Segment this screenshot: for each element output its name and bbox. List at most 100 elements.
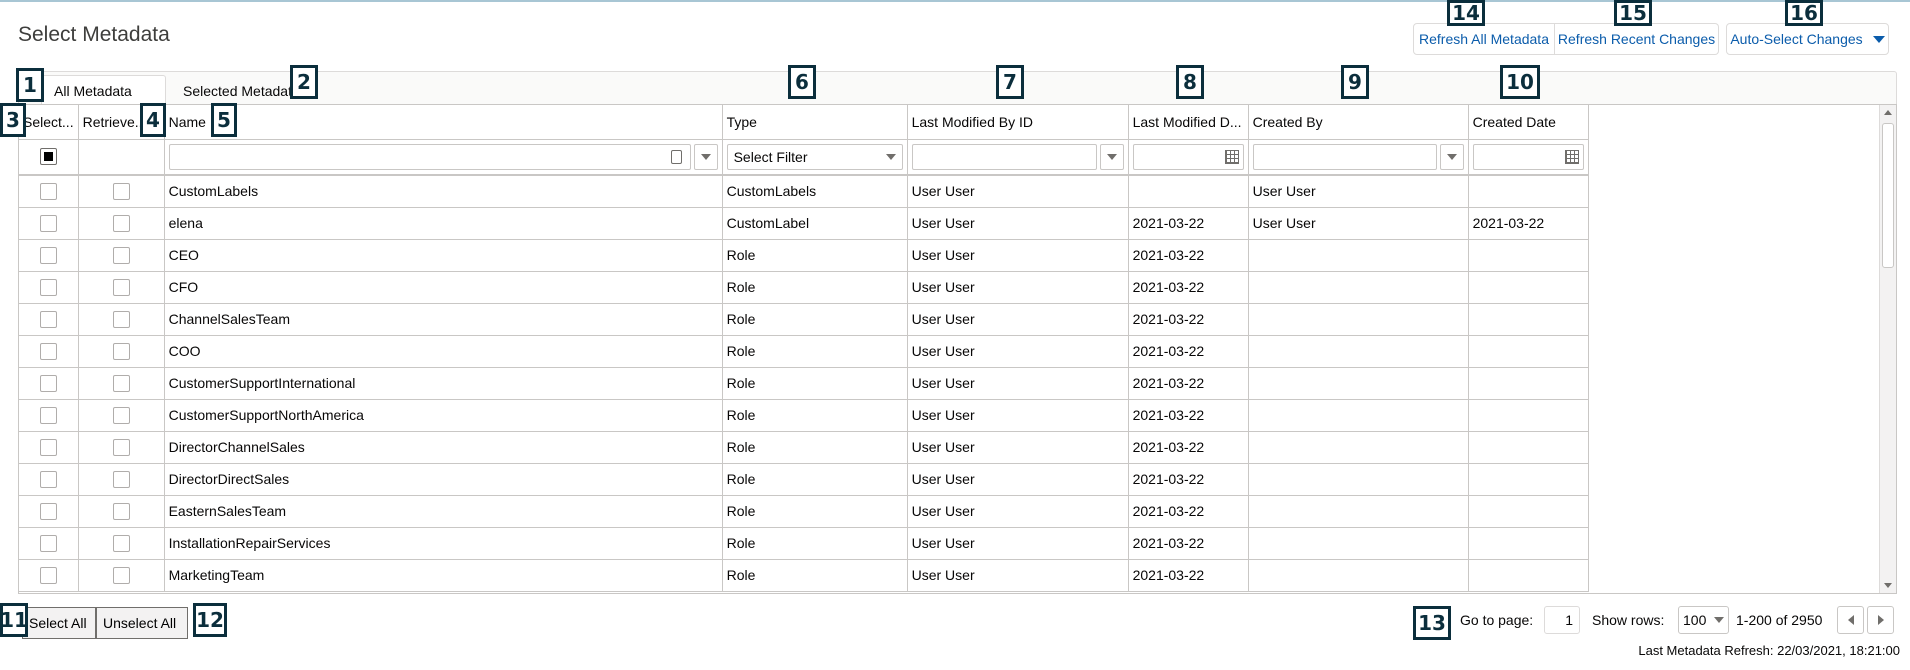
retrieve-checkbox[interactable] — [112, 470, 130, 488]
last-modified-by-filter-dropdown[interactable] — [1099, 143, 1124, 170]
created-by-cell: User User — [1248, 207, 1469, 240]
last-modified-date-cell: 2021-03-22 — [1128, 527, 1249, 560]
created-by-cell — [1248, 271, 1469, 304]
created-by-filter-dropdown[interactable] — [1439, 143, 1464, 170]
select-checkbox[interactable] — [39, 278, 57, 296]
name-filter-dropdown[interactable] — [693, 143, 718, 170]
table-row[interactable]: DirectorDirectSales Role User User 2021-03-… — [19, 463, 1589, 496]
annotation-marker: 1 — [16, 68, 44, 102]
column-header-created-date[interactable]: Created Date — [1468, 105, 1589, 140]
rows-per-page-select[interactable]: 100 — [1678, 606, 1729, 634]
scroll-up-arrow-icon[interactable] — [1884, 110, 1892, 115]
name-filter-input[interactable] — [168, 143, 691, 170]
created-date-filter-input[interactable] — [1472, 143, 1584, 170]
table-row[interactable]: InstallationRepairServices Role User User 2… — [19, 527, 1589, 560]
table-row[interactable]: CustomLabels CustomLabels User User User Us… — [19, 175, 1589, 208]
annotation-marker: 5 — [211, 103, 237, 137]
table-row[interactable]: EasternSalesTeam Role User User 2021-03-22 — [19, 495, 1589, 528]
previous-page-button[interactable] — [1837, 606, 1864, 634]
type-cell: Role — [722, 239, 908, 272]
select-checkbox[interactable] — [39, 406, 57, 424]
type-cell: Role — [722, 431, 908, 464]
retrieve-checkbox[interactable] — [112, 310, 130, 328]
annotation-marker: 15 — [1614, 0, 1652, 26]
last-modified-date-filter-input[interactable] — [1132, 143, 1244, 170]
last-modified-date-cell: 2021-03-22 — [1128, 431, 1249, 464]
select-checkbox[interactable] — [39, 182, 57, 200]
select-all-button[interactable]: Select All — [22, 607, 96, 639]
table-row[interactable]: MarketingTeam Role User User 2021-03-22 — [19, 559, 1589, 592]
created-date-cell — [1468, 303, 1589, 336]
last-modified-date-cell: 2021-03-22 — [1128, 207, 1249, 240]
column-header-name[interactable]: Name — [164, 105, 723, 140]
table-row[interactable]: DirectorChannelSales Role User User 2021-03… — [19, 431, 1589, 464]
retrieve-checkbox[interactable] — [112, 246, 130, 264]
last-modified-date-cell: 2021-03-22 — [1128, 463, 1249, 496]
retrieve-checkbox[interactable] — [112, 182, 130, 200]
column-header-last-modified-by-id[interactable]: Last Modified By ID — [907, 105, 1129, 140]
created-date-cell: 2021-03-22 — [1468, 207, 1589, 240]
calendar-icon[interactable] — [1224, 149, 1239, 164]
created-by-cell — [1248, 527, 1469, 560]
table-row[interactable]: COO Role User User 2021-03-22 — [19, 335, 1589, 368]
annotation-marker: 13 — [1413, 606, 1451, 640]
retrieve-checkbox[interactable] — [112, 438, 130, 456]
retrieve-checkbox[interactable] — [112, 534, 130, 552]
scroll-down-arrow-icon[interactable] — [1884, 583, 1892, 588]
retrieve-checkbox[interactable] — [112, 214, 130, 232]
column-header-created-by[interactable]: Created By — [1248, 105, 1469, 140]
type-filter-value: Select Filter — [733, 148, 808, 165]
select-checkbox[interactable] — [39, 470, 57, 488]
calendar-icon[interactable] — [1564, 149, 1579, 164]
column-header-last-modified-date[interactable]: Last Modified D... — [1128, 105, 1249, 140]
retrieve-checkbox[interactable] — [112, 342, 130, 360]
chevron-down-icon — [700, 153, 711, 160]
retrieve-checkbox[interactable] — [112, 406, 130, 424]
select-checkbox[interactable] — [39, 246, 57, 264]
last-modified-by-filter-input[interactable] — [911, 143, 1097, 170]
table-row[interactable]: CFO Role User User 2021-03-22 — [19, 271, 1589, 304]
select-checkbox[interactable] — [39, 374, 57, 392]
column-header-select[interactable]: Select... — [19, 105, 79, 140]
last-modified-date-cell: 2021-03-22 — [1128, 399, 1249, 432]
unselect-all-button[interactable]: Unselect All — [96, 607, 188, 639]
table-row[interactable]: CEO Role User User 2021-03-22 — [19, 239, 1589, 272]
created-by-cell — [1248, 239, 1469, 272]
annotation-marker: 4 — [140, 103, 166, 137]
name-cell: elena — [164, 207, 723, 240]
scroll-thumb[interactable] — [1882, 123, 1894, 268]
refresh-all-metadata-button[interactable]: Refresh All Metadata — [1413, 23, 1555, 55]
table-row[interactable]: CustomerSupportInternational Role User Use… — [19, 367, 1589, 400]
select-all-checkbox[interactable] — [39, 148, 57, 166]
retrieve-checkbox[interactable] — [112, 374, 130, 392]
next-page-button[interactable] — [1867, 606, 1894, 634]
select-checkbox[interactable] — [39, 566, 57, 584]
table-row[interactable]: elena CustomLabel User User 2021-03-22 User … — [19, 207, 1589, 240]
created-by-filter-input[interactable] — [1252, 143, 1437, 170]
select-checkbox[interactable] — [39, 310, 57, 328]
retrieve-checkbox[interactable] — [112, 278, 130, 296]
column-header-type[interactable]: Type — [722, 105, 908, 140]
select-checkbox[interactable] — [39, 214, 57, 232]
last-modified-date-cell: 2021-03-22 — [1128, 495, 1249, 528]
select-checkbox[interactable] — [39, 342, 57, 360]
retrieve-checkbox[interactable] — [112, 566, 130, 584]
refresh-recent-changes-button[interactable]: Refresh Recent Changes — [1555, 23, 1719, 55]
auto-select-changes-label: Auto-Select Changes — [1730, 31, 1863, 47]
created-date-cell — [1468, 175, 1589, 208]
select-checkbox[interactable] — [39, 502, 57, 520]
page-number-input[interactable]: 1 — [1544, 606, 1580, 634]
metadata-grid: Select... Retrieve... Name Type Last Mod… — [18, 104, 1897, 594]
retrieve-checkbox[interactable] — [112, 502, 130, 520]
select-checkbox[interactable] — [39, 438, 57, 456]
table-row[interactable]: CustomerSupportNorthAmerica Role User User… — [19, 399, 1589, 432]
select-checkbox[interactable] — [39, 534, 57, 552]
vertical-scrollbar[interactable] — [1879, 105, 1896, 593]
last-modified-by-cell: User User — [907, 175, 1129, 208]
auto-select-changes-button[interactable]: Auto-Select Changes — [1726, 23, 1889, 55]
type-filter-select[interactable]: Select Filter — [726, 143, 903, 170]
tab-all-metadata[interactable]: All Metadata — [41, 75, 166, 106]
last-modified-by-cell: User User — [907, 431, 1129, 464]
chevron-down-icon — [1714, 617, 1724, 623]
table-row[interactable]: ChannelSalesTeam Role User User 2021-03-22 — [19, 303, 1589, 336]
